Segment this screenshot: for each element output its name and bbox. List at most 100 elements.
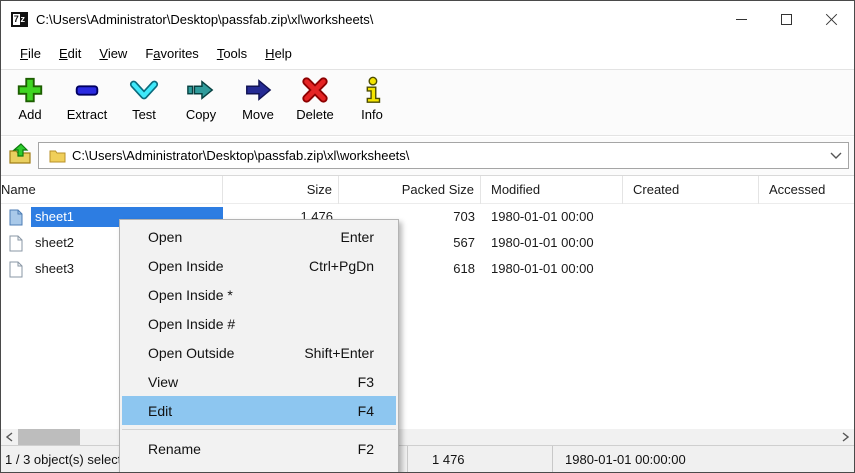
copy-icon [186, 75, 216, 105]
close-button[interactable] [809, 1, 854, 38]
context-menu-item-open-inside[interactable]: Open Inside * [122, 280, 396, 309]
maximize-icon [781, 14, 792, 25]
scrollbar-thumb[interactable] [18, 429, 80, 445]
file-accessed [759, 230, 854, 256]
delete-icon [300, 75, 330, 105]
column-header-accessed[interactable]: Accessed [759, 176, 854, 204]
menu-item-label: Open Inside [148, 257, 224, 274]
column-header-modified[interactable]: Modified [481, 176, 623, 204]
menu-item-shortcut: F3 [357, 373, 374, 390]
file-accessed [759, 204, 854, 230]
document-icon [9, 261, 23, 278]
menu-item-shortcut: Ctrl+PgDn [309, 257, 374, 274]
menu-item-shortcut: F2 [357, 440, 374, 457]
menu-edit[interactable]: Edit [50, 42, 90, 65]
menu-tools[interactable]: Tools [208, 42, 256, 65]
column-header-size[interactable]: Size [223, 176, 339, 204]
7z-logo-icon: 7z [11, 12, 28, 27]
file-modified: 1980-01-01 00:00 [491, 261, 594, 276]
column-header-name[interactable]: Name [1, 176, 223, 204]
menu-item-shortcut: Shift+Enter [304, 344, 374, 361]
column-header-created[interactable]: Created [623, 176, 759, 204]
extract-icon [72, 75, 102, 105]
window-controls [719, 1, 854, 38]
context-menu-item-edit[interactable]: Edit F4 [122, 396, 396, 425]
address-path: C:\Users\Administrator\Desktop\passfab.z… [72, 148, 410, 163]
menu-item-shortcut: Enter [340, 228, 374, 245]
toolbar-label: Test [132, 107, 156, 122]
scroll-left-icon[interactable] [1, 429, 18, 445]
minimize-button[interactable] [719, 1, 764, 38]
status-date: 1980-01-01 00:00:00 [565, 452, 686, 467]
menu-item-label: Copy To... [148, 470, 358, 473]
scroll-right-icon[interactable] [837, 429, 854, 445]
move-icon [243, 75, 273, 105]
test-button[interactable]: Test [121, 75, 167, 135]
menu-view[interactable]: View [90, 42, 136, 65]
column-header-packed-size[interactable]: Packed Size [339, 176, 481, 204]
address-combobox[interactable]: C:\Users\Administrator\Desktop\passfab.z… [38, 142, 849, 169]
context-menu-item-open-outside[interactable]: Open Outside Shift+Enter [122, 338, 396, 367]
maximize-button[interactable] [764, 1, 809, 38]
info-icon [357, 75, 387, 105]
copy-button[interactable]: Copy [178, 75, 224, 135]
test-icon [129, 75, 159, 105]
menu-item-shortcut: F5 [358, 470, 374, 473]
file-name: sheet3 [35, 261, 75, 276]
menu-item-label: Open Outside [148, 344, 235, 361]
window-title: C:\Users\Administrator\Desktop\passfab.z… [36, 12, 374, 27]
menu-item-label: View [148, 373, 179, 390]
document-icon [9, 209, 23, 226]
menu-favorites[interactable]: Favorites [136, 42, 207, 65]
menu-item-label: Open [148, 228, 183, 245]
context-menu-item-view[interactable]: View F3 [122, 367, 396, 396]
file-name: sheet2 [35, 235, 75, 250]
context-menu-item-open-inside[interactable]: Open Inside # [122, 309, 396, 338]
parent-folder-button[interactable] [6, 142, 34, 169]
titlebar: 7z C:\Users\Administrator\Desktop\passfa… [1, 1, 854, 38]
menu-help[interactable]: Help [256, 42, 301, 65]
parent-folder-icon [8, 142, 32, 169]
info-button[interactable]: Info [349, 75, 395, 135]
file-created [623, 204, 759, 230]
minimize-icon [736, 19, 747, 20]
document-icon [9, 235, 23, 252]
toolbar-label: Info [361, 107, 383, 122]
toolbar-label: Copy [185, 107, 217, 122]
list-header: Name Size Packed Size Modified Created Access… [1, 175, 854, 204]
toolbar-label: Delete [296, 107, 334, 122]
delete-button[interactable]: Delete [292, 75, 338, 135]
menu-item-label: Edit [148, 402, 173, 419]
toolbar-label: Add [18, 107, 42, 122]
menu-item-label: Rename [148, 440, 201, 457]
context-menu: Open Enter Open Inside Ctrl+PgDn Open Inside… [119, 219, 399, 473]
menu-item-label: Open Inside * [148, 286, 233, 303]
context-menu-item-open-inside[interactable]: Open Inside Ctrl+PgDn [122, 251, 396, 280]
address-row: C:\Users\Administrator\Desktop\passfab.z… [1, 137, 854, 175]
toolbar-label: Extract [66, 107, 108, 122]
menu-item-label: Open Inside # [148, 315, 236, 332]
close-icon [825, 13, 838, 26]
context-menu-item-rename[interactable]: Rename F2 [122, 434, 396, 463]
add-icon [15, 75, 45, 105]
add-button[interactable]: Add [7, 75, 53, 135]
file-accessed [759, 256, 854, 282]
file-created [623, 256, 759, 282]
status-size: 1 476 [407, 446, 553, 472]
toolbar-label: Move [242, 107, 274, 122]
menubar: File Edit View Favorites Tools Help [1, 38, 854, 69]
context-menu-item-copy-to[interactable]: Copy To...F5 [122, 463, 396, 473]
extract-button[interactable]: Extract [64, 75, 110, 135]
7zip-file-manager-window: 7z C:\Users\Administrator\Desktop\passfa… [0, 0, 855, 473]
folder-icon [49, 149, 66, 163]
menu-separator [122, 425, 396, 434]
file-created [623, 230, 759, 256]
toolbar: Add Extract Test Copy Move Delete Info [1, 69, 854, 136]
file-modified: 1980-01-01 00:00 [491, 235, 594, 250]
file-modified: 1980-01-01 00:00 [491, 209, 594, 224]
move-button[interactable]: Move [235, 75, 281, 135]
menu-file[interactable]: File [11, 42, 50, 65]
context-menu-item-open[interactable]: Open Enter [122, 222, 396, 251]
menu-item-shortcut: F4 [357, 402, 374, 419]
chevron-down-icon[interactable] [824, 152, 848, 160]
